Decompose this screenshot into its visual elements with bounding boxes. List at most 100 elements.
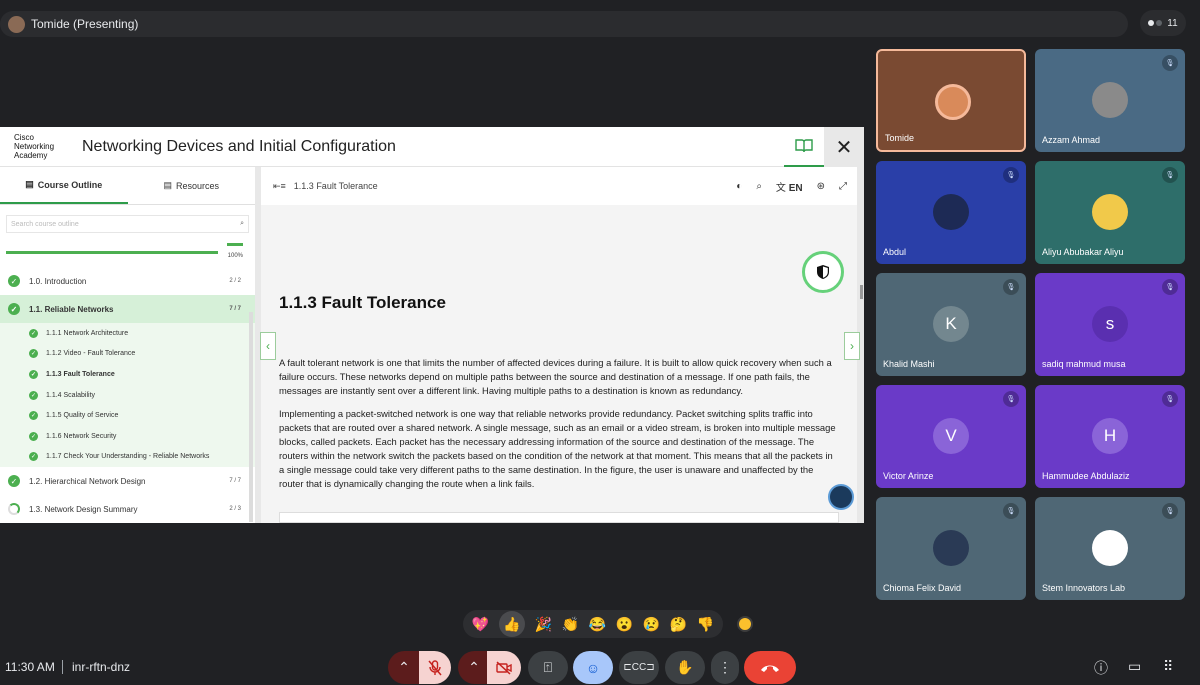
book-icon[interactable]: [784, 127, 824, 167]
camera-off-icon: [496, 660, 512, 675]
content-area: ⇤≡ 1.1.3 Fault Tolerance ◐ ⌕ 文 EN ⊛ ⤢ 1.…: [255, 167, 864, 523]
participant-tile[interactable]: Tomide: [876, 49, 1026, 152]
audio-options-button[interactable]: ⌃: [388, 651, 420, 684]
video-options-button[interactable]: ⌃: [458, 651, 490, 684]
participant-tile[interactable]: 🎙 Stem Innovators Lab: [1035, 497, 1185, 600]
reaction-bar: 💖 👍 🎉 👏 😂 😮 😢 🤔 👎: [463, 610, 723, 638]
participant-name: Chioma Felix David: [883, 583, 962, 593]
clock: 11:30 AM: [5, 660, 55, 674]
info-icon[interactable]: ⓘ: [1094, 658, 1108, 678]
prev-page-button[interactable]: ‹: [260, 332, 276, 360]
tab-resources[interactable]: ▤ Resources: [128, 167, 256, 204]
participant-tile[interactable]: 🎙 Abdul: [876, 161, 1026, 264]
sidebar-scrollbar[interactable]: [249, 312, 253, 522]
check-icon: ✓: [29, 369, 38, 379]
next-page-button[interactable]: ›: [844, 332, 860, 360]
outline-search-input[interactable]: Search course outline ⌕: [6, 215, 249, 233]
partial-progress-icon: [8, 503, 20, 516]
reaction-clap[interactable]: 👏: [562, 616, 579, 633]
presenter-label: Tomide (Presenting): [31, 17, 139, 31]
raise-hand-button[interactable]: ✋: [665, 651, 705, 684]
content-page: 1.1.3 Fault Tolerance A fault tolerant n…: [261, 205, 863, 523]
collapse-menu-icon[interactable]: ⇤≡: [273, 181, 286, 192]
tab-course-outline[interactable]: ▤ Course Outline: [0, 167, 128, 204]
breadcrumb: 1.1.3 Fault Tolerance: [293, 181, 378, 191]
course-title: Networking Devices and Initial Configura…: [82, 137, 396, 155]
participant-name: Victor Arinze: [883, 471, 934, 481]
section-item[interactable]: ✓ 1.0. Introduction 2 / 2: [0, 267, 255, 295]
accessibility-icon[interactable]: ⊛: [817, 181, 825, 192]
cisco-logo: Cisco Networking Academy: [14, 133, 55, 160]
mic-off-icon: 🎙: [1162, 167, 1178, 183]
participant-name: Khalid Mashi: [883, 359, 935, 369]
dark-mode-icon[interactable]: ◐: [736, 181, 742, 192]
subsection-item[interactable]: ✓ 1.1.1 Network Architecture: [29, 323, 255, 344]
end-call-icon: [761, 665, 779, 672]
chat-icon[interactable]: ▭: [1128, 658, 1141, 675]
search-icon[interactable]: ⌕: [756, 181, 762, 192]
reaction-thumbs-up[interactable]: 👍: [498, 611, 525, 637]
reaction-thinking[interactable]: 🤔: [670, 616, 687, 633]
meeting-code: inr-rftn-dnz: [72, 660, 131, 674]
participant-name: Hammudee Abdulaziz: [1042, 471, 1130, 481]
shared-screen: Cisco Networking Academy Networking Devi…: [0, 127, 864, 523]
participant-tile[interactable]: 🎙 Aliyu Abubakar Aliyu: [1035, 161, 1185, 264]
mic-off-icon: 🎙: [1003, 279, 1019, 295]
participant-name: Tomide: [885, 133, 915, 143]
check-icon: ✓: [8, 275, 20, 287]
paragraph: A fault tolerant network is one that lim…: [279, 357, 832, 396]
reaction-thumbs-down[interactable]: 👎: [697, 616, 714, 633]
content-scrollbar[interactable]: [860, 285, 863, 299]
participant-name: Aliyu Abubakar Aliyu: [1042, 247, 1124, 257]
participant-name: sadiq mahmud musa: [1042, 359, 1126, 369]
subsection-list: ✓ 1.1.1 Network Architecture ✓ 1.1.2 Video…: [0, 323, 255, 468]
subsection-item[interactable]: ✓ 1.1.7 Check Your Understanding - Reliab…: [29, 447, 255, 468]
participant-name: Stem Innovators Lab: [1042, 583, 1126, 593]
reaction-sad[interactable]: 😢: [643, 616, 660, 633]
present-icon: ⍐: [543, 659, 553, 675]
mic-toggle-button[interactable]: [419, 651, 451, 684]
check-icon: ✓: [29, 390, 38, 400]
mic-off-icon: 🎙: [1162, 391, 1178, 407]
more-options-button[interactable]: ⋮: [711, 651, 739, 684]
present-screen-button[interactable]: ⍐: [528, 651, 568, 684]
section-item[interactable]: ✓ 1.2. Hierarchical Network Design 7 / 7: [0, 467, 255, 495]
search-icon: ⌕: [240, 220, 244, 227]
mic-off-icon: 🎙: [1003, 391, 1019, 407]
section-item-active[interactable]: ✓ 1.1. Reliable Networks 7 / 7: [0, 295, 255, 323]
avatar: s: [1092, 306, 1128, 342]
fullscreen-icon[interactable]: ⤢: [839, 181, 847, 192]
mic-off-icon: 🎙: [1162, 279, 1178, 295]
hand-icon: ✋: [676, 659, 694, 675]
skin-tone-picker[interactable]: [737, 616, 753, 632]
participant-tile[interactable]: V 🎙 Victor Arinze: [876, 385, 1026, 488]
section-item[interactable]: 1.3. Network Design Summary 2 / 3: [0, 495, 255, 523]
participant-tile[interactable]: 🎙 Azzam Ahmad: [1035, 49, 1185, 152]
people-count-button[interactable]: 11: [1140, 10, 1186, 36]
chevron-up-icon: ⌃: [398, 659, 410, 675]
reaction-heart[interactable]: 💖: [472, 616, 489, 633]
subsection-item[interactable]: ✓ 1.1.6 Network Security: [29, 426, 255, 447]
mic-off-icon: 🎙: [1003, 503, 1019, 519]
captions-button[interactable]: ⊏CC⊐: [619, 651, 659, 684]
subsection-item[interactable]: ✓ 1.1.5 Quality of Service: [29, 405, 255, 426]
subsection-item-current[interactable]: ✓ 1.1.3 Fault Tolerance: [29, 364, 255, 385]
leave-call-button[interactable]: [744, 651, 796, 684]
participant-tile[interactable]: H 🎙 Hammudee Abdulaziz: [1035, 385, 1185, 488]
camera-toggle-button[interactable]: [487, 651, 521, 684]
divider: [62, 660, 63, 674]
check-icon: ✓: [8, 303, 20, 315]
reactions-button[interactable]: ☺: [573, 651, 613, 684]
close-icon[interactable]: ✕: [824, 127, 864, 167]
language-button[interactable]: 文 EN: [776, 179, 803, 194]
chatbot-icon[interactable]: [828, 484, 854, 510]
reaction-laugh[interactable]: 😂: [589, 616, 606, 633]
participant-tile[interactable]: s 🎙 sadiq mahmud musa: [1035, 273, 1185, 376]
reaction-surprised[interactable]: 😮: [616, 616, 633, 633]
reaction-party[interactable]: 🎉: [534, 616, 551, 633]
participant-tile[interactable]: K 🎙 Khalid Mashi: [876, 273, 1026, 376]
subsection-item[interactable]: ✓ 1.1.2 Video - Fault Tolerance: [29, 344, 255, 365]
activities-icon[interactable]: ⠿: [1163, 658, 1173, 675]
subsection-item[interactable]: ✓ 1.1.4 Scalability: [29, 385, 255, 406]
participant-tile[interactable]: 🎙 Chioma Felix David: [876, 497, 1026, 600]
